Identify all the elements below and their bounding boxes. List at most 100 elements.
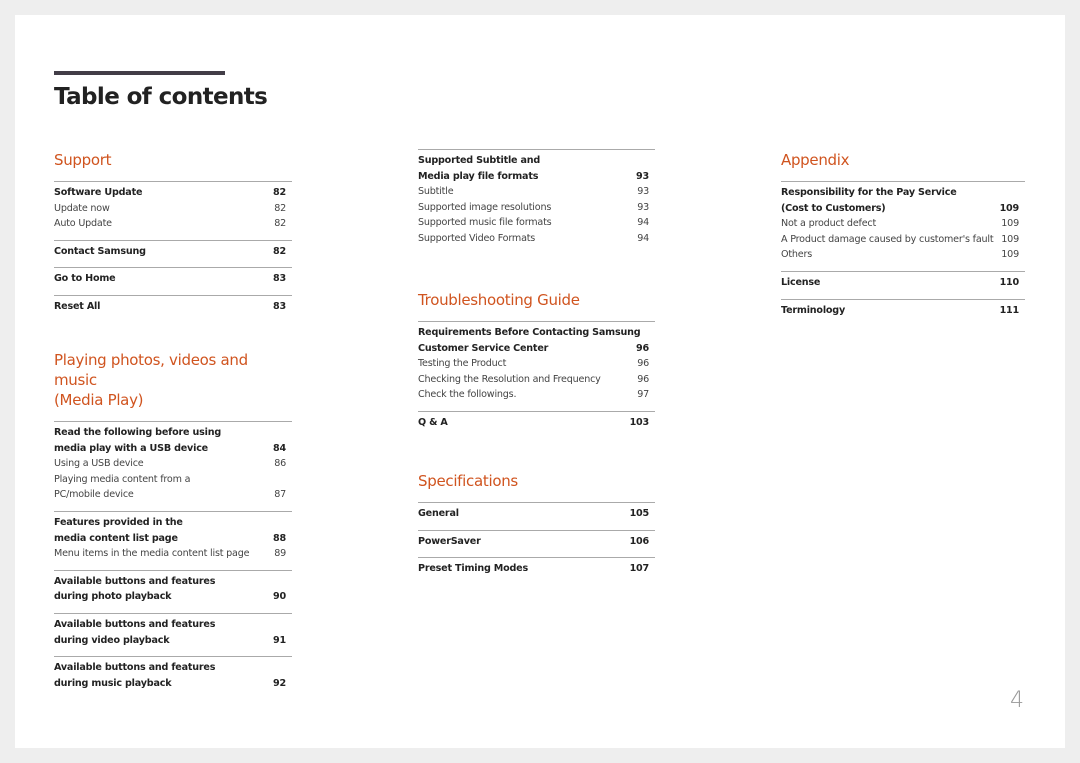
toc-page-number: 84 — [273, 442, 286, 454]
toc-entry-label: Testing the Product — [418, 358, 507, 370]
toc-heading-link[interactable]: during video playback 91 — [54, 633, 292, 649]
toc-item-link[interactable]: Check the followings. 97 — [418, 387, 655, 403]
toc-page-number: 90 — [273, 591, 286, 603]
toc-heading-link[interactable]: Features provided in the — [54, 515, 292, 531]
toc-entry-label: Available buttons and features — [54, 575, 216, 587]
toc-item-link[interactable]: A Product damage caused by customer's fa… — [781, 232, 1025, 248]
toc-page-number: 106 — [629, 535, 650, 547]
toc-section: Specifications General 105 PowerSaver 106 Pre… — [418, 471, 655, 585]
toc-item-link[interactable]: Update now 82 — [54, 201, 292, 217]
toc-heading-link[interactable]: (Cost to Customers) 109 — [781, 201, 1025, 217]
toc-page-number: 105 — [629, 508, 650, 519]
toc-heading-link[interactable]: Reset All 83 — [54, 299, 292, 315]
toc-heading-link[interactable]: Customer Service Center 96 — [418, 341, 655, 357]
toc-entry-label: License — [781, 276, 821, 288]
toc-item-link[interactable]: Supported music file formats 94 — [418, 215, 655, 231]
toc-item-link[interactable]: Not a product defect 109 — [781, 216, 1025, 232]
toc-entry-label: Media play file formats — [418, 170, 539, 182]
toc-entry-label: Features provided in the — [54, 516, 183, 528]
toc-page-number: 109 — [1001, 233, 1019, 245]
toc-entry-label: media content list page — [54, 532, 178, 544]
toc-heading-link[interactable]: Media play file formats 93 — [418, 169, 655, 185]
toc-section: Support Software Update 82 Update now 82 Auto… — [54, 150, 292, 323]
toc-heading-link[interactable]: Available buttons and features — [54, 660, 292, 676]
section-title[interactable]: Specifications — [418, 471, 655, 491]
toc-item-link[interactable]: Subtitle 93 — [418, 184, 655, 200]
toc-item-link[interactable]: Others 109 — [781, 247, 1025, 263]
toc-heading-link[interactable]: Supported Subtitle and — [418, 153, 655, 169]
toc-heading-link[interactable]: Terminology 111 — [781, 303, 1025, 319]
toc-heading-link[interactable]: License 110 — [781, 275, 1025, 291]
page-number: 4 — [1010, 688, 1024, 713]
toc-heading-link[interactable]: Go to Home 83 — [54, 271, 292, 287]
toc-item-link[interactable]: Using a USB device 86 — [54, 456, 292, 472]
toc-entry-label: Update now — [54, 202, 110, 214]
toc-heading-link[interactable]: Software Update 82 — [54, 185, 292, 201]
section-title[interactable]: Support — [54, 150, 292, 170]
toc-entry-label: Customer Service Center — [418, 342, 549, 354]
toc-page-number: 97 — [637, 389, 649, 401]
toc-entry-label: Available buttons and features — [54, 618, 216, 630]
toc-group: Features provided in the media content li… — [54, 510, 292, 570]
toc-page-number: 82 — [273, 245, 286, 257]
toc-page-number: 96 — [637, 373, 649, 385]
toc-group: Requirements Before Contacting Samsung Cu… — [418, 321, 655, 411]
toc-page-number: 96 — [637, 358, 649, 370]
toc-entry-label: (Cost to Customers) — [781, 202, 886, 214]
toc-heading-link[interactable]: Available buttons and features — [54, 574, 292, 590]
toc-heading-link[interactable]: Responsibility for the Pay Service — [781, 185, 1025, 201]
toc-item-link[interactable]: Playing media content from a — [54, 472, 292, 488]
toc-entry-label: Others — [781, 249, 813, 261]
toc-page-number: 82 — [274, 218, 286, 230]
toc-group: Preset Timing Modes 107 — [418, 557, 655, 585]
toc-entry-label: General — [418, 508, 459, 519]
section-title[interactable]: Playing photos, videos and music (Media P… — [54, 350, 292, 410]
toc-page-number: 94 — [637, 217, 649, 229]
section-title[interactable]: Troubleshooting Guide — [418, 290, 655, 310]
toc-group: Go to Home 83 — [54, 267, 292, 295]
toc-item-link[interactable]: Supported image resolutions 93 — [418, 200, 655, 216]
toc-heading-link[interactable]: media content list page 88 — [54, 531, 292, 547]
toc-group: Available buttons and features during pho… — [54, 569, 292, 613]
toc-item-link[interactable]: Auto Update 82 — [54, 216, 292, 232]
toc-entry-label: Subtitle — [418, 186, 454, 198]
toc-item-link[interactable]: Checking the Resolution and Frequency 96 — [418, 372, 655, 388]
toc-heading-link[interactable]: during music playback 92 — [54, 676, 292, 692]
toc-item-link[interactable]: PC/mobile device 87 — [54, 487, 292, 503]
toc-page-number: 91 — [273, 634, 286, 646]
toc-entry-label: Supported music file formats — [418, 217, 552, 229]
toc-heading-link[interactable]: during photo playback 90 — [54, 589, 292, 605]
toc-item-link[interactable]: Testing the Product 96 — [418, 356, 655, 372]
toc-page-number: 103 — [629, 416, 650, 428]
toc-heading-link[interactable]: Contact Samsung 82 — [54, 244, 292, 260]
toc-page-number: 93 — [636, 170, 649, 182]
toc-heading-link[interactable]: Read the following before using — [54, 425, 292, 441]
section-title-line: Troubleshooting Guide — [418, 291, 580, 309]
toc-group: Available buttons and features during mus… — [54, 656, 292, 699]
toc-item-link[interactable]: Menu items in the media content list pag… — [54, 546, 292, 562]
toc-group: Responsibility for the Pay Service (Cost … — [781, 181, 1025, 271]
toc-heading-link[interactable]: Requirements Before Contacting Samsung — [418, 325, 655, 341]
toc-entry-label: Playing media content from a — [54, 473, 191, 485]
toc-entry-label: Available buttons and features — [54, 662, 216, 674]
toc-entry-label: during video playback — [54, 634, 170, 646]
toc-group: PowerSaver 106 — [418, 529, 655, 558]
toc-page-number: 93 — [637, 186, 649, 198]
toc-group: Read the following before using media pla… — [54, 421, 292, 511]
toc-item-link[interactable]: Supported Video Formats 94 — [418, 231, 655, 247]
toc-page-number: 109 — [1001, 249, 1019, 261]
section-title[interactable]: Appendix — [781, 150, 1025, 170]
toc-page-number: 96 — [636, 342, 649, 354]
toc-heading-link[interactable]: PowerSaver 106 — [418, 534, 655, 550]
toc-group: Available buttons and features during vid… — [54, 612, 292, 656]
toc-heading-link[interactable]: Available buttons and features — [54, 617, 292, 633]
section-title-line: Appendix — [781, 151, 850, 169]
toc-heading-link[interactable]: Preset Timing Modes 107 — [418, 561, 655, 577]
toc-heading-link[interactable]: Q & A 103 — [418, 415, 655, 431]
toc-heading-link[interactable]: General 105 — [418, 506, 655, 522]
toc-entry-label: Contact Samsung — [54, 245, 146, 257]
toc-heading-link[interactable]: media play with a USB device 84 — [54, 441, 292, 457]
toc-page-number: 109 — [999, 202, 1020, 214]
toc-page-number: 89 — [274, 548, 286, 560]
toc-page-number: 109 — [1001, 218, 1019, 230]
